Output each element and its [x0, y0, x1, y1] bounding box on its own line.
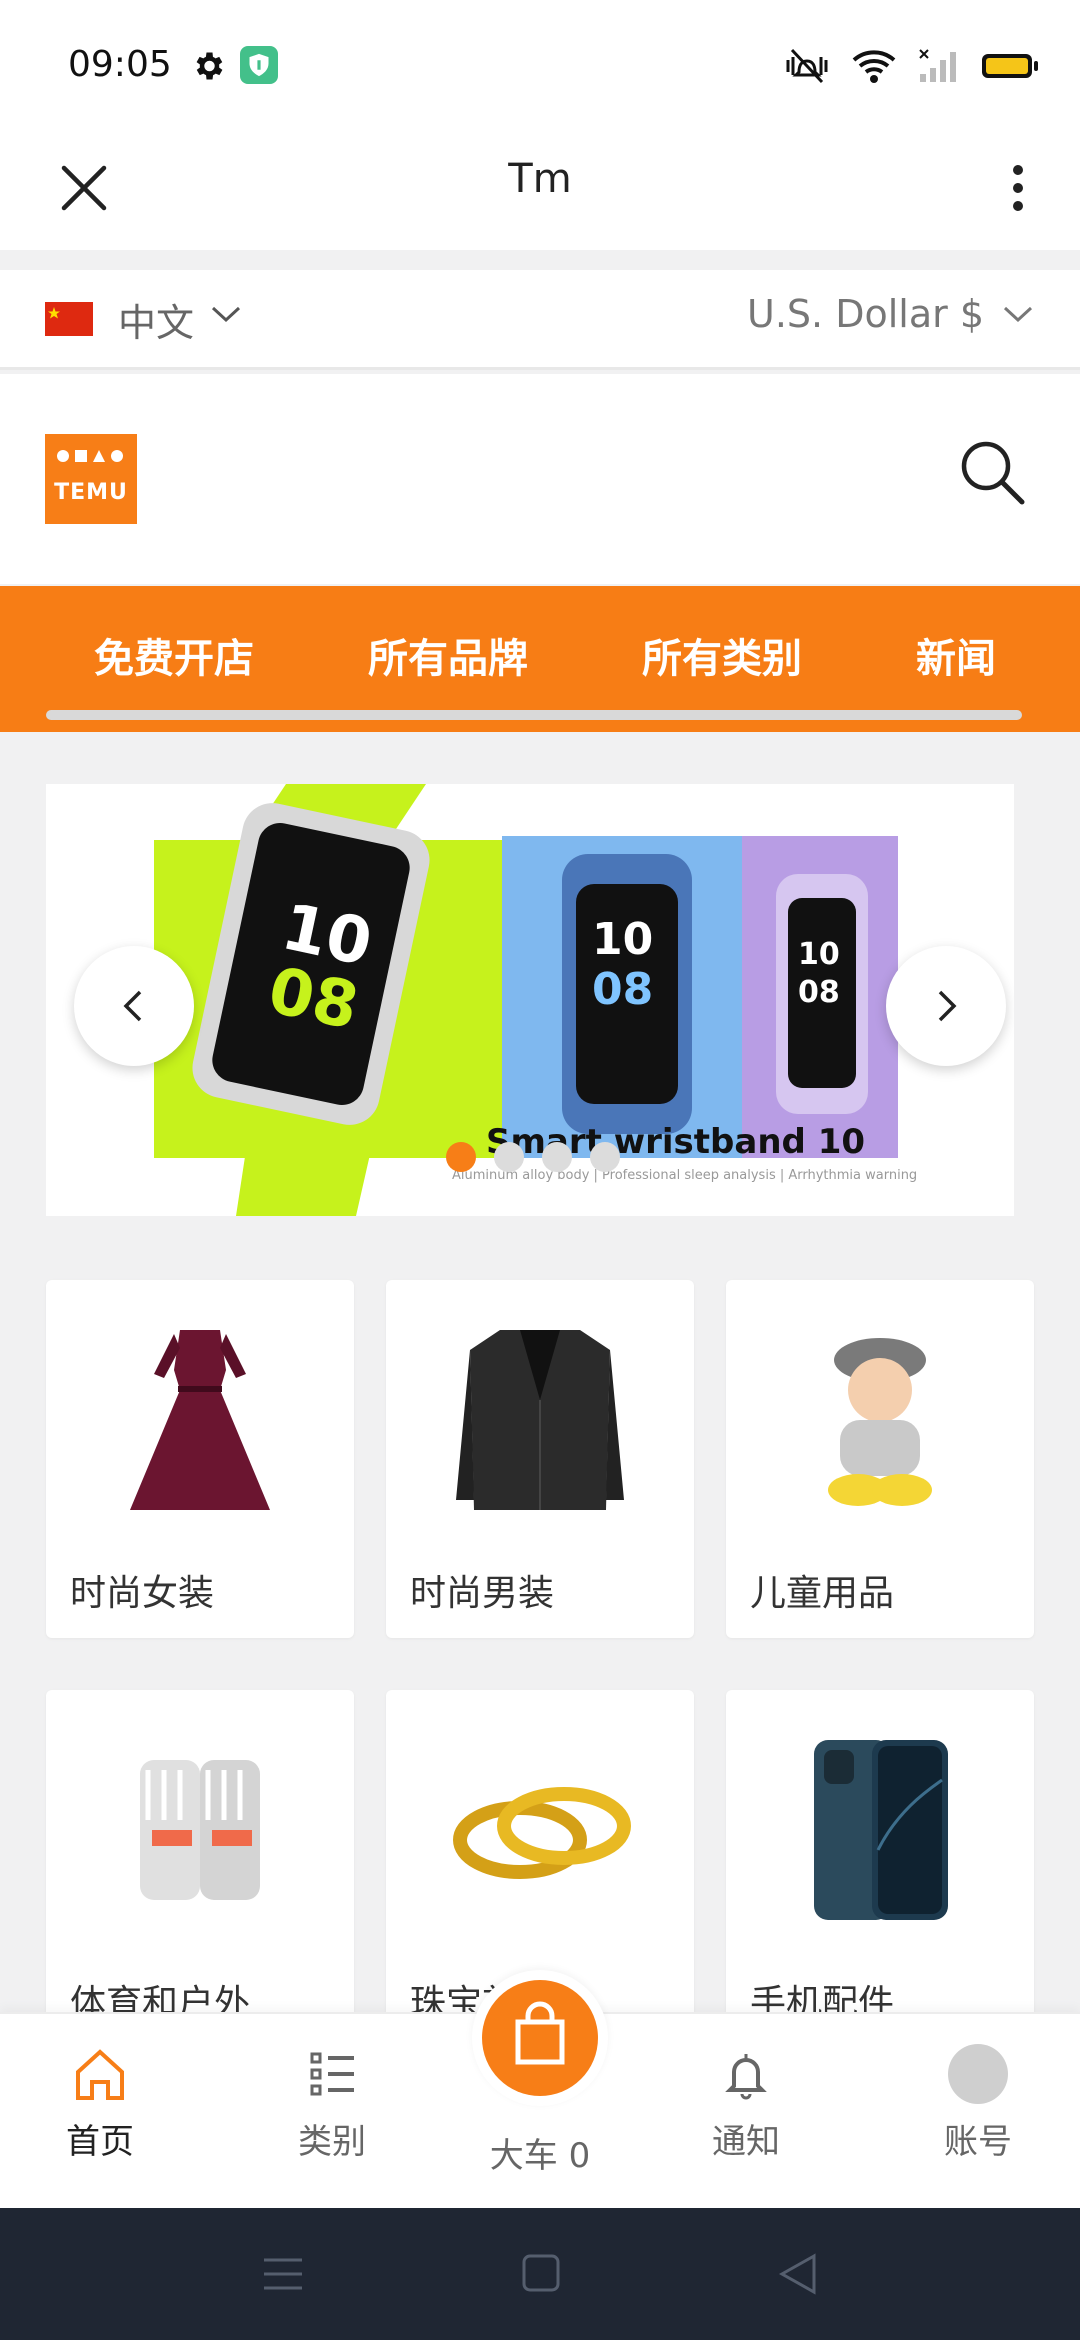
more-options-icon[interactable] [996, 156, 1040, 220]
bottom-tab-bar: 首页 类别 大车 0 通知 账号 [0, 1970, 1080, 2208]
carousel-prev-button[interactable] [74, 946, 194, 1066]
shield-icon [240, 46, 278, 84]
gloves-image [140, 1760, 260, 1900]
watch-illustration-lilac: 10 08 [776, 874, 868, 1114]
tab-notifications[interactable]: 通知 [676, 2044, 816, 2163]
category-label: 时尚女装 [70, 1573, 215, 1614]
home-icon [76, 2049, 124, 2100]
carousel-dot[interactable] [494, 1142, 524, 1172]
category-card-mens[interactable]: 时尚男装 [386, 1280, 694, 1638]
svg-text:10: 10 [592, 914, 653, 965]
language-selector[interactable]: 中文 [118, 292, 194, 347]
baby-image [828, 1338, 932, 1506]
tab-label: 首页 [66, 2122, 134, 2162]
svg-text:08: 08 [798, 975, 840, 1010]
tab-categories[interactable]: 类别 [262, 2044, 402, 2163]
carousel-next-button[interactable] [886, 946, 1006, 1066]
carousel-indicators [446, 1142, 620, 1172]
china-flag-icon [45, 302, 93, 336]
bell-icon [725, 2054, 767, 2100]
logo-text: TEMU [54, 480, 128, 505]
battery-icon [982, 54, 1038, 78]
system-nav-bar [0, 2208, 1080, 2340]
cart-button-inner [482, 1980, 598, 2096]
menu-icon[interactable] [258, 2252, 308, 2296]
cart-label[interactable]: 大车 0 [470, 2128, 610, 2177]
nav-news[interactable]: 新闻 [916, 626, 996, 684]
category-card-kids[interactable]: 儿童用品 [726, 1280, 1034, 1638]
chevron-down-icon[interactable] [1002, 304, 1034, 324]
svg-text:10: 10 [798, 937, 840, 972]
category-label: 时尚男装 [410, 1573, 555, 1614]
status-bar: 09:05 [0, 0, 1080, 130]
gear-icon [196, 52, 223, 80]
temu-logo[interactable]: TEMU [45, 434, 137, 524]
status-indicators [784, 44, 1040, 88]
category-card-phone[interactable]: 手机配件 [726, 1690, 1034, 2048]
currency-selector[interactable]: U.S. Dollar $ [747, 292, 984, 336]
avatar [948, 2044, 1008, 2104]
webview-topbar: Tm [0, 130, 1080, 250]
chevron-left-icon [123, 990, 142, 1022]
search-icon[interactable] [956, 436, 1028, 508]
phone-image [814, 1740, 948, 1920]
wifi-icon [852, 50, 896, 83]
chevron-down-icon[interactable] [210, 304, 242, 324]
status-time: 09:05 [68, 44, 172, 85]
nav-free-store[interactable]: 免费开店 [94, 626, 254, 684]
nav-all-brands[interactable]: 所有品牌 [368, 626, 528, 684]
site-header: TEMU [0, 374, 1080, 584]
tab-label: 账号 [944, 2122, 1012, 2162]
suit-jacket-image [456, 1330, 624, 1510]
carousel-dot[interactable] [542, 1142, 572, 1172]
home-square-icon[interactable] [516, 2252, 566, 2296]
rings-image [453, 1787, 631, 1879]
vibrate-mute-icon [786, 48, 828, 84]
watch-illustration-blue: 10 08 [562, 854, 692, 1134]
category-card-womens[interactable]: 时尚女装 [46, 1280, 354, 1638]
tab-label: 通知 [712, 2122, 780, 2162]
chevron-right-icon [938, 990, 957, 1022]
carousel-dot-active[interactable] [446, 1142, 476, 1172]
tab-label: 类别 [298, 2122, 366, 2162]
tab-home[interactable]: 首页 [30, 2044, 170, 2163]
signal-icon [919, 49, 956, 82]
logo-glyphs [57, 450, 123, 462]
category-label: 儿童用品 [750, 1573, 895, 1614]
shopping-bag-icon [515, 2001, 565, 2065]
promo-carousel[interactable]: 10 08 10 08 10 08 Smart wristband 10 Alu… [46, 784, 1014, 1216]
page-title: Tm [508, 156, 572, 202]
carousel-dot[interactable] [590, 1142, 620, 1172]
back-triangle-icon[interactable] [774, 2252, 824, 2296]
nav-scrollbar[interactable] [46, 710, 1022, 720]
cart-button[interactable] [472, 1970, 608, 2106]
category-nav: 免费开店 所有品牌 所有类别 新闻 [0, 586, 1080, 732]
tab-account[interactable]: 账号 [908, 2044, 1048, 2163]
category-card-sports[interactable]: 体育和户外 [46, 1690, 354, 2048]
locale-row: 中文 U.S. Dollar $ [0, 270, 1080, 370]
nav-all-categories[interactable]: 所有类别 [642, 626, 802, 684]
dress-image [130, 1330, 270, 1510]
list-icon [310, 2052, 354, 2096]
svg-text:08: 08 [592, 964, 653, 1015]
